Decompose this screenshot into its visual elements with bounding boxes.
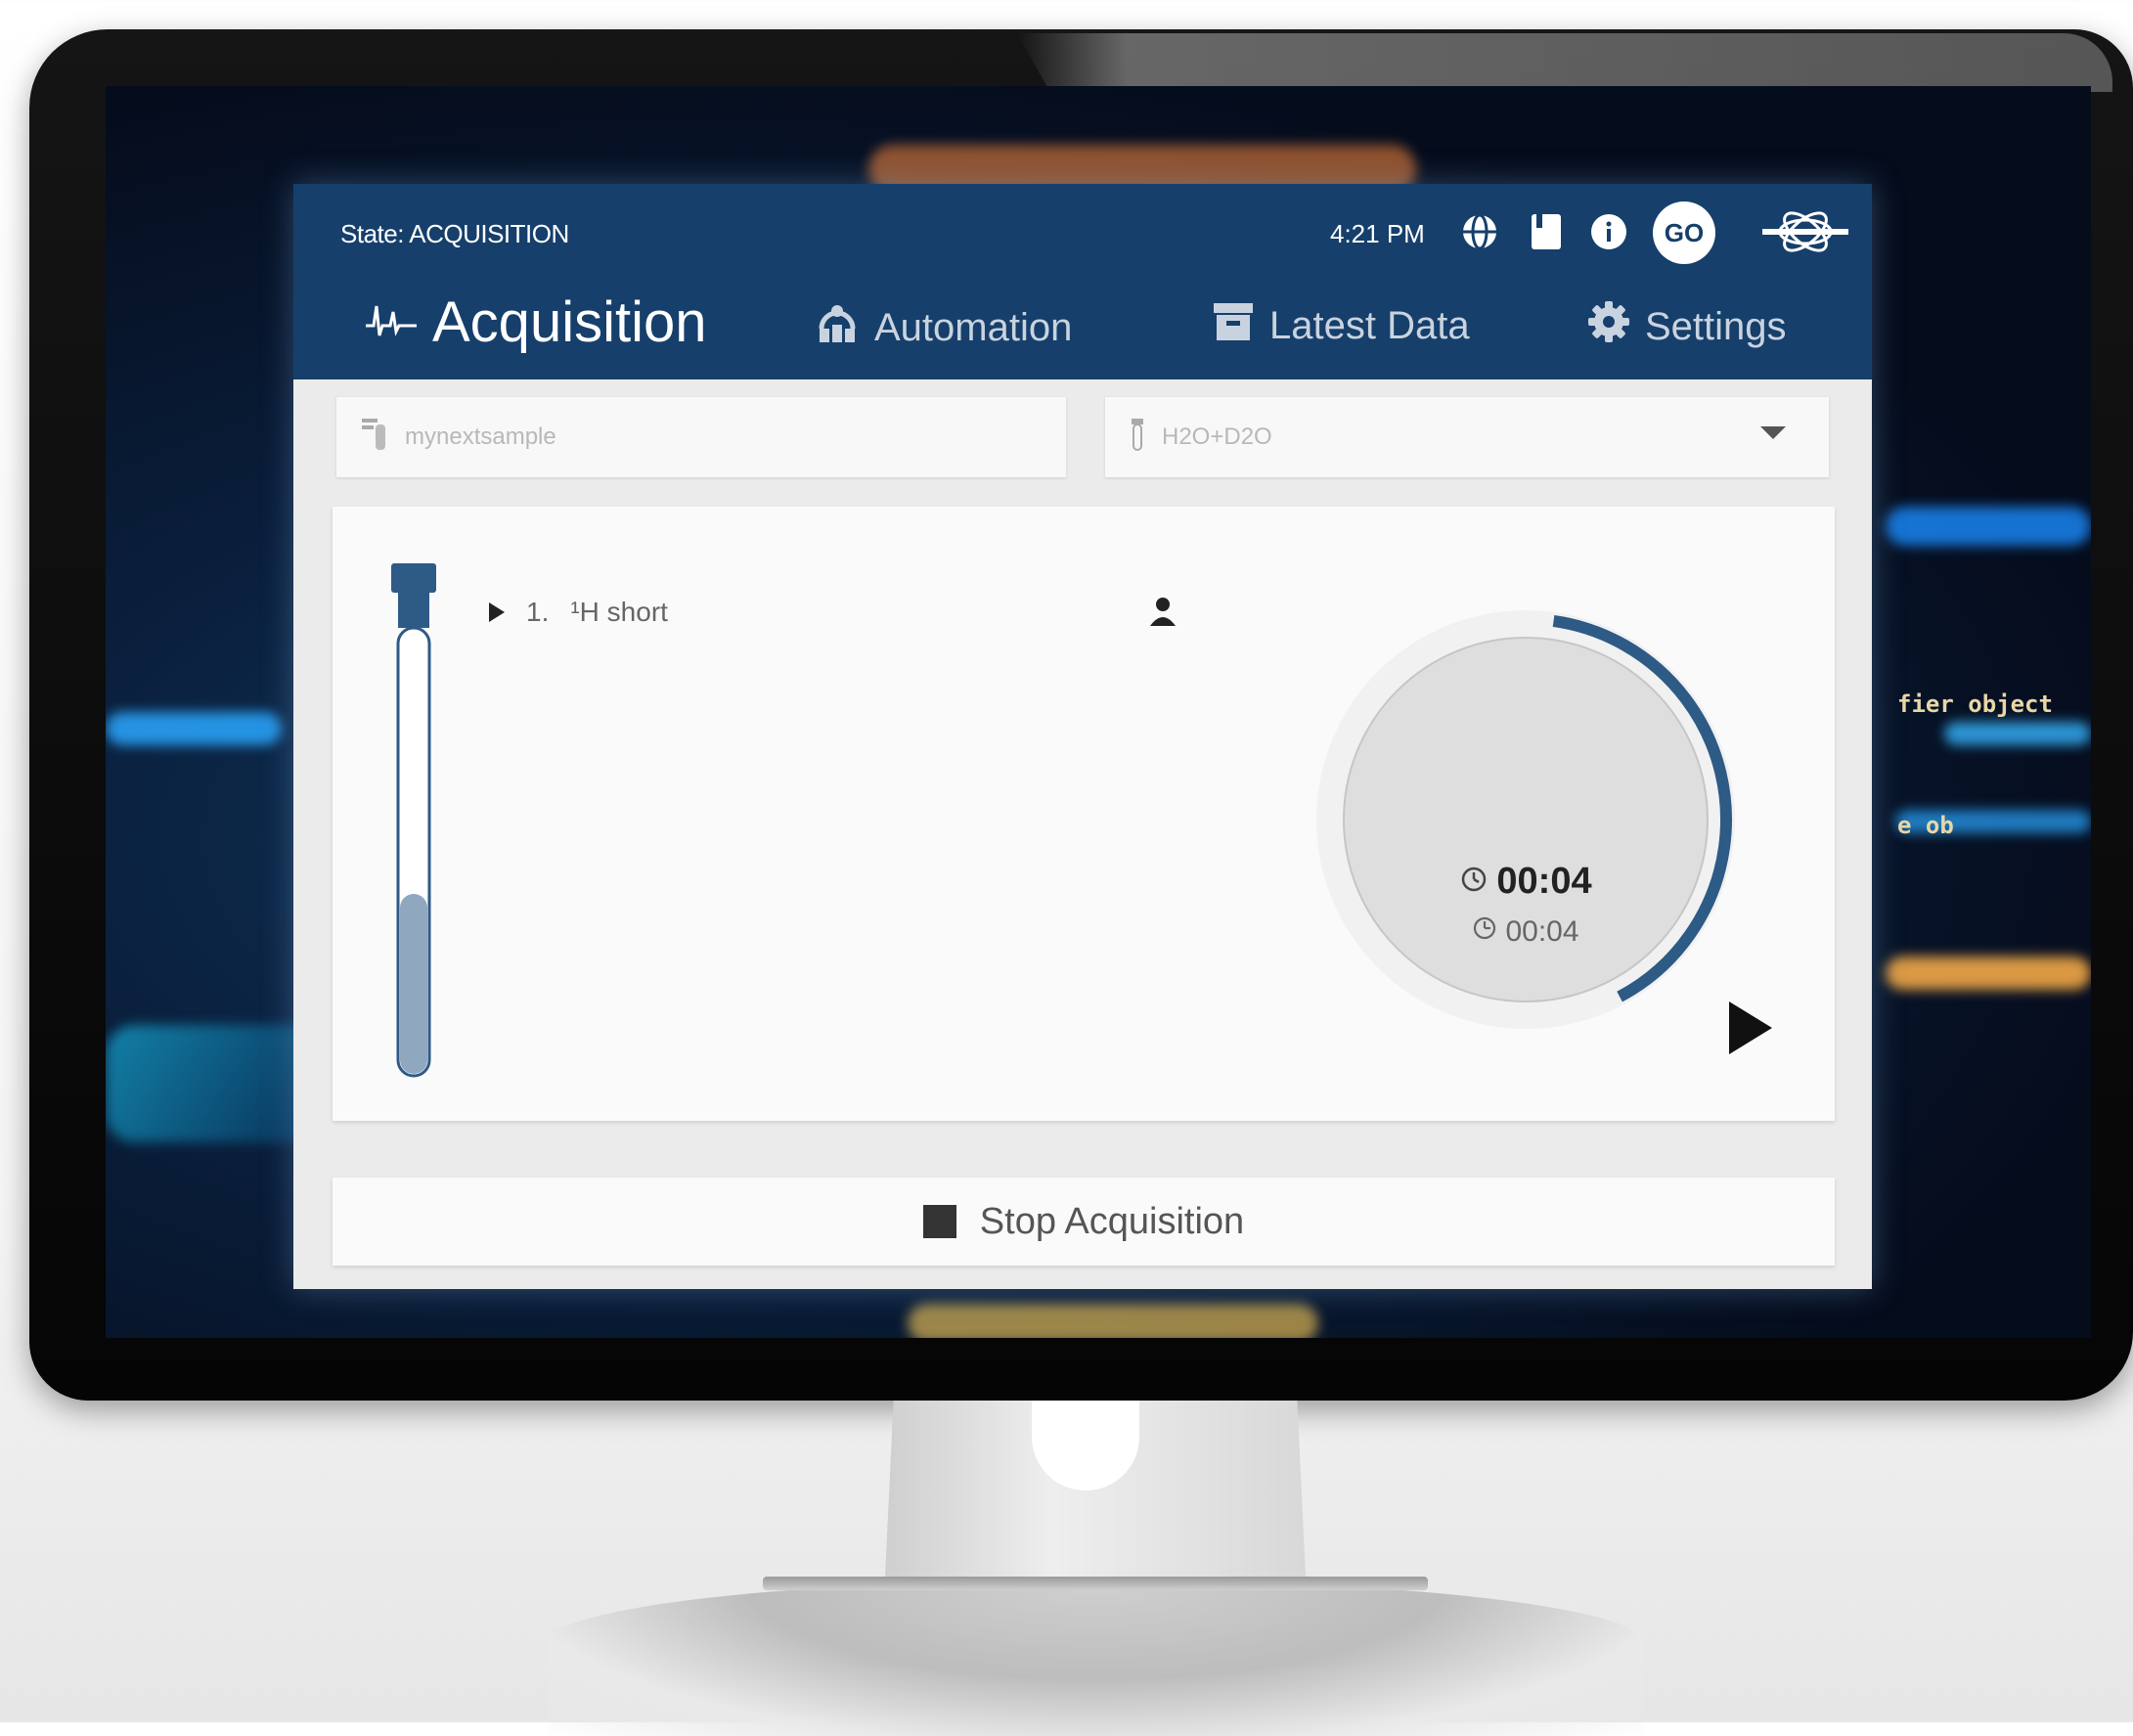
- main-nav: Acquisition Automation Latest Data Setti…: [293, 282, 1872, 379]
- archive-icon: [1211, 299, 1256, 352]
- sample-icon: [360, 417, 389, 459]
- background-glow: [106, 712, 282, 745]
- elapsed-time-value: 00:04: [1496, 861, 1592, 902]
- gear-icon: [1586, 299, 1631, 354]
- user-icon: [1150, 598, 1176, 626]
- background-code-text: e ob: [1897, 812, 1954, 839]
- nmr-tube-icon: [391, 563, 436, 1078]
- monitor-shine: [1017, 33, 2112, 92]
- background-glow: [1886, 507, 2091, 546]
- solvent-select[interactable]: H2O+D2O: [1105, 397, 1829, 477]
- expand-play-icon[interactable]: [489, 602, 505, 622]
- tab-automation[interactable]: Automation: [814, 299, 1072, 356]
- timer-dial: 00:04 00:04: [1311, 604, 1741, 1035]
- sample-name-value: mynextsample: [405, 423, 556, 450]
- experiment-index: 1.: [526, 597, 550, 627]
- sample-name-input[interactable]: mynextsample: [336, 397, 1066, 477]
- experiment-row[interactable]: 1. ¹H short: [489, 597, 668, 628]
- robot-icon: [814, 299, 861, 356]
- user-avatar[interactable]: GO: [1653, 201, 1715, 264]
- tab-settings[interactable]: Settings: [1586, 299, 1787, 354]
- play-icon[interactable]: [1729, 1002, 1772, 1054]
- state-label: State: ACQUISITION: [340, 219, 569, 248]
- tube-icon: [1129, 417, 1146, 459]
- spectrum-icon: [364, 289, 419, 355]
- book-icon[interactable]: [1524, 209, 1569, 254]
- app-window: State: ACQUISITION 4:21 PM GO Acquisitio…: [293, 184, 1872, 1289]
- experiment-name: ¹H short: [570, 597, 668, 627]
- background-glow: [908, 1304, 1318, 1338]
- solvent-value: H2O+D2O: [1162, 423, 1272, 450]
- tab-settings-label: Settings: [1645, 304, 1787, 348]
- info-icon[interactable]: [1586, 209, 1631, 254]
- total-time-value: 00:04: [1505, 915, 1579, 948]
- experiment-panel: 1. ¹H short 00:04 00:04: [333, 507, 1835, 1121]
- clock: 4:21 PM: [1330, 219, 1425, 248]
- monitor-stand-base: [548, 1580, 1643, 1736]
- elapsed-time: 00:04: [1311, 861, 1741, 903]
- tab-acquisition[interactable]: Acquisition: [364, 289, 706, 355]
- background-code-text: fier object: [1897, 690, 2053, 718]
- tab-acquisition-label: Acquisition: [432, 290, 707, 354]
- top-bar: State: ACQUISITION 4:21 PM GO Acquisitio…: [293, 184, 1872, 379]
- stop-icon: [922, 1205, 956, 1238]
- tab-latest-data-label: Latest Data: [1269, 303, 1470, 347]
- chevron-down-icon[interactable]: [1760, 426, 1786, 439]
- tab-latest-data[interactable]: Latest Data: [1211, 299, 1470, 352]
- monitor-stand-plate: [763, 1577, 1428, 1590]
- stop-acquisition-label: Stop Acquisition: [979, 1200, 1245, 1242]
- stop-acquisition-button[interactable]: Stop Acquisition: [333, 1178, 1835, 1266]
- background-glow: [1944, 722, 2091, 745]
- tab-automation-label: Automation: [874, 305, 1073, 349]
- total-time: 00:04: [1311, 915, 1741, 949]
- brand-logo: [1756, 205, 1854, 258]
- clock-icon: [1472, 915, 1497, 949]
- background-glow: [1886, 957, 2091, 990]
- stopwatch-icon: [1459, 861, 1489, 903]
- globe-icon[interactable]: [1457, 209, 1502, 254]
